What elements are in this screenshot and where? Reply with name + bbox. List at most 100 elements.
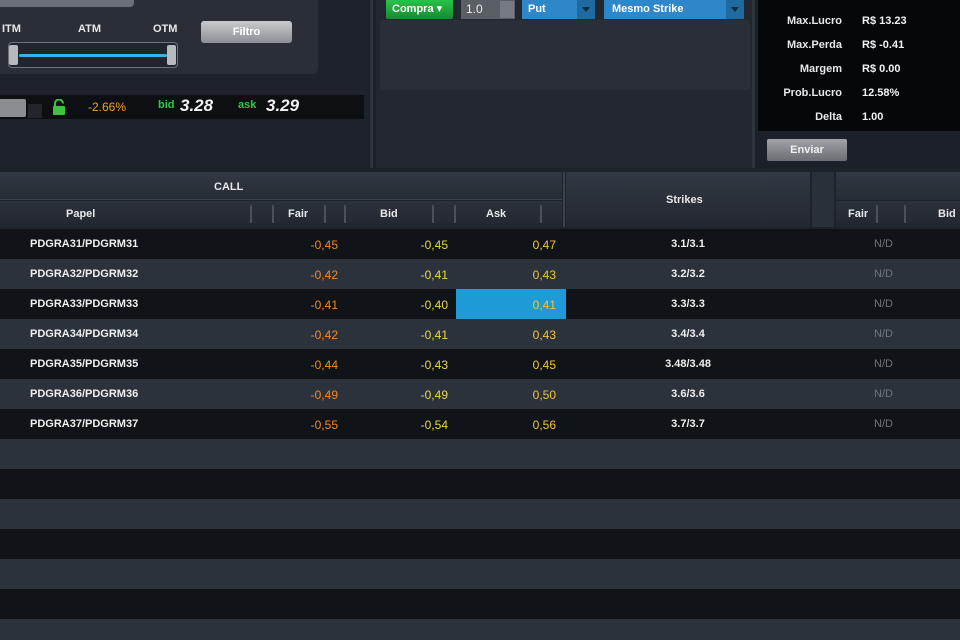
cell-fair-put[interactable]: N/D (874, 418, 893, 430)
strikes-header: Strikes (566, 172, 810, 227)
cell-fair-put[interactable]: N/D (874, 388, 893, 400)
cell-ask[interactable]: 0,41 (533, 298, 556, 312)
column-resizer[interactable] (324, 205, 326, 223)
cell-papel[interactable]: PDGRA36/PDGRM36 (30, 388, 138, 400)
quantity-stepper[interactable] (500, 1, 514, 18)
column-resizer[interactable] (344, 205, 346, 223)
chevron-down-icon: ▾ (436, 3, 443, 15)
column-resizer[interactable] (432, 205, 434, 223)
cell-papel[interactable]: PDGRA34/PDGRM34 (30, 328, 138, 340)
cell-strike[interactable]: 3.2/3.2 (566, 268, 810, 280)
stat-row: Max.Lucro R$ 13.23 (758, 15, 960, 35)
symbol-dropdown-icon[interactable] (28, 104, 42, 118)
cell-fair[interactable]: -0,45 (311, 238, 338, 252)
cell-fair[interactable]: -0,42 (311, 328, 338, 342)
cell-papel[interactable]: PDGRA32/PDGRM32 (30, 268, 138, 280)
empty-row (0, 559, 960, 589)
cell-fair-put[interactable]: N/D (874, 328, 893, 340)
cell-ask[interactable]: 0,56 (533, 418, 556, 432)
quote-bar: -2.66% bid 3.28 ask 3.29 (0, 95, 364, 119)
stat-row: Prob.Lucro 12.58% (758, 87, 960, 107)
stat-row: Max.Perda R$ -0.41 (758, 39, 960, 59)
cell-ask[interactable]: 0,47 (533, 238, 556, 252)
cell-fair[interactable]: -0,44 (311, 358, 338, 372)
strike-mode-label: Mesmo Strike (612, 3, 684, 15)
cell-papel[interactable]: PDGRA37/PDGRM37 (30, 418, 138, 430)
cell-fair[interactable]: -0,49 (311, 388, 338, 402)
stat-row: Delta 1.00 (758, 111, 960, 131)
cell-strike[interactable]: 3.48/3.48 (566, 358, 810, 370)
cell-fair[interactable]: -0,42 (311, 268, 338, 282)
col-fair[interactable]: Fair (288, 208, 308, 220)
cell-ask[interactable]: 0,50 (533, 388, 556, 402)
col-ask[interactable]: Ask (486, 208, 506, 220)
cell-bid[interactable]: -0,45 (421, 238, 448, 252)
option-type-select[interactable]: Put (522, 0, 595, 19)
table-row[interactable]: PDGRA37/PDGRM37 -0,55 -0,54 0,56 3.7/3.7 N/D (0, 409, 960, 439)
moneyness-slider[interactable] (8, 42, 178, 68)
cell-strike[interactable]: 3.6/3.6 (566, 388, 810, 400)
cell-strike[interactable]: 3.7/3.7 (566, 418, 810, 430)
column-resizer[interactable] (454, 205, 456, 223)
col-strikes[interactable]: Strikes (666, 194, 703, 206)
cell-strike[interactable]: 3.4/3.4 (566, 328, 810, 340)
cell-strike[interactable]: 3.3/3.3 (566, 298, 810, 310)
col-bid[interactable]: Bid (380, 208, 398, 220)
lock-icon[interactable] (52, 99, 66, 115)
bid-label: bid (158, 99, 175, 111)
cell-fair[interactable]: -0,55 (311, 418, 338, 432)
cell-bid[interactable]: -0,49 (421, 388, 448, 402)
symbol-input[interactable] (0, 99, 26, 117)
cell-bid[interactable]: -0,41 (421, 328, 448, 342)
chevron-down-icon (726, 0, 744, 19)
table-row[interactable]: PDGRA35/PDGRM35 -0,44 -0,43 0,45 3.48/3.48 N/… (0, 349, 960, 379)
table-row[interactable]: PDGRA31/PDGRM31 -0,45 -0,45 0,47 3.1/3.1 N/D (0, 229, 960, 259)
cell-papel[interactable]: PDGRA35/PDGRM35 (30, 358, 138, 370)
group-divider (563, 172, 565, 227)
cell-ask[interactable]: 0,43 (533, 268, 556, 282)
cell-bid[interactable]: -0,43 (421, 358, 448, 372)
cell-papel[interactable]: PDGRA31/PDGRM31 (30, 238, 138, 250)
stat-value: 12.58% (862, 87, 900, 99)
empty-row (0, 529, 960, 559)
column-resizer[interactable] (250, 205, 252, 223)
filter-button[interactable]: Filtro (201, 21, 292, 43)
cell-fair-put[interactable]: N/D (874, 268, 893, 280)
col-papel[interactable]: Papel (66, 208, 95, 220)
side-select[interactable]: Compra ▾ (386, 0, 453, 19)
table-row[interactable]: PDGRA33/PDGRM33 -0,41 -0,40 0,41 3.3/3.3 N/D (0, 289, 960, 319)
table-row[interactable]: PDGRA34/PDGRM34 -0,42 -0,41 0,43 3.4/3.4 N/D (0, 319, 960, 349)
option-type-label: Put (528, 3, 546, 15)
column-resizer[interactable] (876, 205, 878, 223)
column-resizer[interactable] (904, 205, 906, 223)
table-row[interactable]: PDGRA36/PDGRM36 -0,49 -0,49 0,50 3.6/3.6 N/D (0, 379, 960, 409)
stat-label: Margem (799, 63, 842, 75)
stat-value: R$ 13.23 (862, 15, 907, 27)
cell-fair[interactable]: -0,41 (311, 298, 338, 312)
cell-fair-put[interactable]: N/D (874, 358, 893, 370)
put-column-headers: Fair Bid (836, 201, 960, 227)
cell-strike[interactable]: 3.1/3.1 (566, 238, 810, 250)
strike-mode-select[interactable]: Mesmo Strike (604, 0, 744, 19)
side-select-label: Compra (392, 3, 434, 15)
cell-ask[interactable]: 0,45 (533, 358, 556, 372)
top-tab[interactable] (0, 0, 134, 7)
slider-handle-left[interactable] (9, 45, 18, 65)
cell-bid[interactable]: -0,54 (421, 418, 448, 432)
cell-papel[interactable]: PDGRA33/PDGRM33 (30, 298, 138, 310)
ask-label: ask (238, 99, 257, 111)
cell-bid[interactable]: -0,41 (421, 268, 448, 282)
cell-fair-put[interactable]: N/D (874, 238, 893, 250)
cell-fair-put[interactable]: N/D (874, 298, 893, 310)
stat-value: R$ 0.00 (862, 63, 901, 75)
slider-handle-right[interactable] (167, 45, 176, 65)
col-bid-put[interactable]: Bid (938, 208, 956, 220)
column-resizer[interactable] (540, 205, 542, 223)
table-row[interactable]: PDGRA32/PDGRM32 -0,42 -0,41 0,43 3.2/3.2 N/D (0, 259, 960, 289)
send-button[interactable]: Enviar (767, 139, 847, 161)
cell-bid[interactable]: -0,40 (421, 298, 448, 312)
col-fair-put[interactable]: Fair (848, 208, 868, 220)
cell-ask[interactable]: 0,43 (533, 328, 556, 342)
stat-label: Max.Perda (786, 39, 842, 51)
column-resizer[interactable] (272, 205, 274, 223)
